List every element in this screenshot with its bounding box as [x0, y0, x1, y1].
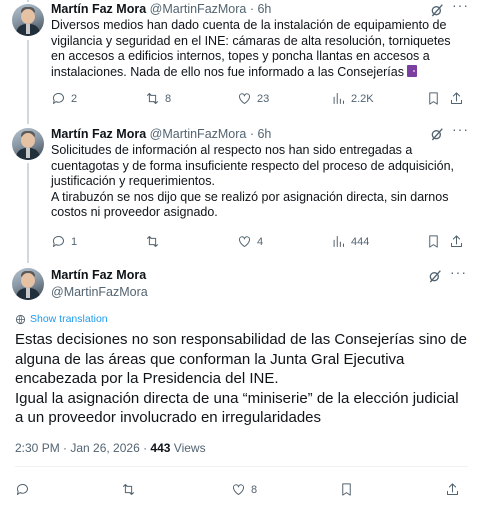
like-count: 8 [251, 483, 258, 496]
repost-icon [123, 484, 134, 495]
share-button[interactable] [445, 482, 460, 497]
bookmark-button[interactable] [426, 234, 441, 249]
heart-icon [239, 236, 250, 247]
like-button[interactable]: 8 [231, 482, 257, 497]
tweet-1[interactable]: Martín Faz Mora @MartinFazMora · 6h ··· … [0, 0, 483, 118]
tweet-header: Martín Faz Mora @MartinFazMora · 6h [51, 127, 271, 141]
share-icon [451, 92, 462, 104]
repost-count: 8 [165, 92, 172, 105]
like-count: 23 [257, 92, 270, 105]
bookmark-button[interactable] [426, 91, 441, 106]
divider [15, 466, 468, 467]
reply-icon [16, 484, 28, 495]
repost-icon [147, 93, 158, 104]
reply-button[interactable]: 2 [51, 91, 77, 106]
more-options-icon[interactable]: ··· [450, 264, 467, 280]
show-translation-link[interactable]: Show translation [15, 313, 108, 325]
tweet-meta: 2:30 PM · Jan 26, 2026 · 443 Views [15, 441, 206, 455]
bookmark-icon [429, 235, 438, 248]
views-icon [333, 236, 344, 247]
main-tweet-actions: 8 [15, 482, 470, 500]
grok-icon[interactable] [427, 268, 443, 284]
views-button[interactable]: 444 [331, 234, 369, 249]
bookmark-icon [429, 92, 438, 105]
view-count: 444 [351, 235, 370, 248]
reply-count: 2 [71, 92, 78, 105]
repost-icon [147, 236, 158, 247]
door-icon [407, 64, 418, 77]
reply-icon [52, 236, 64, 247]
view-count: 443 [150, 441, 171, 455]
tweet-text: Solicitudes de información al respecto n… [51, 143, 455, 219]
avatar[interactable] [12, 268, 44, 300]
globe-icon [15, 314, 26, 324]
show-translation-label[interactable]: Show translation [30, 313, 108, 325]
bookmark-icon [342, 483, 351, 496]
repost-button[interactable] [145, 234, 165, 249]
tweet-header: Martín Faz Mora @MartinFazMora · 6h [51, 2, 271, 16]
reply-count: 1 [71, 235, 78, 248]
author-name[interactable]: Martín Faz Mora [51, 127, 146, 141]
avatar[interactable] [12, 4, 44, 36]
tweet-text: Diversos medios han dado cuenta de la in… [51, 18, 451, 79]
more-options-icon[interactable]: ··· [452, 0, 469, 13]
grok-icon[interactable] [429, 126, 445, 142]
repost-button[interactable] [121, 482, 136, 497]
share-button[interactable] [449, 91, 464, 106]
tweet-2[interactable]: Martín Faz Mora @MartinFazMora · 6h ··· … [0, 121, 483, 264]
avatar[interactable] [12, 128, 44, 160]
views-icon [333, 93, 344, 104]
views-label: Views [170, 441, 206, 455]
reply-icon [52, 93, 64, 104]
view-count: 2.2K [351, 92, 374, 105]
author-handle[interactable]: @MartinFazMora · 6h [150, 2, 272, 16]
author-name[interactable]: Martín Faz Mora [51, 268, 146, 282]
tweet-text: Estas decisiones no son responsabilidad … [15, 331, 467, 426]
tweet-actions: 2 8 23 2.2K [51, 91, 471, 109]
like-count: 4 [257, 235, 264, 248]
more-options-icon[interactable]: ··· [452, 121, 469, 137]
heart-icon [233, 484, 244, 495]
tweet-actions: 1 4 444 [51, 234, 471, 252]
views-button[interactable]: 2.2K [331, 91, 374, 106]
grok-icon[interactable] [429, 2, 445, 18]
share-button[interactable] [449, 234, 464, 249]
reply-button[interactable]: 1 [51, 234, 77, 249]
timestamp[interactable]: 2:30 PM · Jan 26, 2026 · [15, 441, 150, 455]
author-handle[interactable]: @MartinFazMora [51, 285, 148, 299]
author-handle[interactable]: @MartinFazMora · 6h [150, 127, 272, 141]
bookmark-button[interactable] [339, 482, 354, 497]
heart-icon [239, 93, 250, 104]
share-icon [451, 235, 462, 247]
like-button[interactable]: 4 [237, 234, 263, 249]
reply-button[interactable] [15, 482, 30, 497]
share-icon [447, 483, 458, 495]
author-name[interactable]: Martín Faz Mora [51, 2, 146, 16]
repost-button[interactable]: 8 [145, 91, 171, 106]
like-button[interactable]: 23 [237, 91, 269, 106]
